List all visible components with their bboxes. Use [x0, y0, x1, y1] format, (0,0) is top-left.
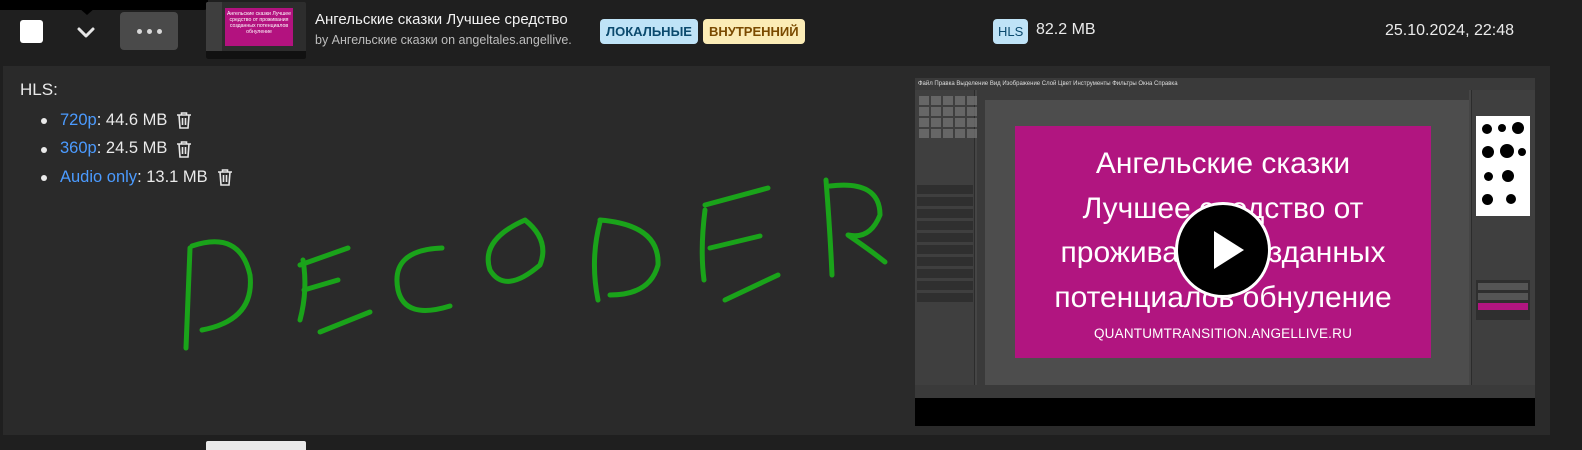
handwritten-doodle [183, 177, 888, 351]
badge-internal: ВНУТРЕННИЙ [703, 19, 805, 44]
variant-link-audio-only[interactable]: Audio only [60, 168, 137, 187]
video-thumbnail[interactable]: Ангельские сказки Лучшее средство от про… [206, 2, 306, 59]
card-line: Ангельские сказки [1095, 147, 1351, 180]
gimp-statusbar [915, 385, 1535, 398]
more-actions-button[interactable] [120, 12, 178, 50]
video-player[interactable]: Файл Правка Выделение Вид Изображение Сл… [915, 78, 1535, 426]
play-icon[interactable] [1175, 202, 1271, 298]
panel-gutter [1550, 66, 1582, 435]
card-url: QUANTUMTRANSITION.ANGELLIVE.RU [1093, 326, 1353, 341]
media-row: Ангельские сказки Лучшее средство от про… [0, 0, 1582, 64]
gimp-menubar: Файл Правка Выделение Вид Изображение Сл… [915, 78, 1535, 90]
file-size: 82.2 MB [1036, 21, 1096, 38]
next-row-thumbnail[interactable] [206, 441, 306, 450]
badge-local: ЛОКАЛЬНЫЕ [600, 19, 698, 44]
chevron-down-icon[interactable] [74, 20, 98, 44]
variant-size: : 24.5 MB [96, 139, 168, 158]
timestamp: 25.10.2024, 22:48 [1385, 22, 1515, 39]
gimp-toolbox [915, 90, 977, 398]
badge-format: HLS [993, 19, 1029, 44]
media-subtitle: by Ангельские сказки on angeltales.angel… [315, 33, 572, 47]
list-item: 720p : 44.6 MB [40, 106, 233, 135]
trash-icon[interactable] [176, 111, 192, 130]
trash-icon[interactable] [176, 140, 192, 158]
media-title[interactable]: Ангельские сказки Лучшее средство [315, 11, 568, 28]
gimp-right-dock [1471, 90, 1535, 398]
variant-link-360p[interactable]: 360p [60, 139, 97, 158]
select-checkbox[interactable] [20, 20, 43, 43]
section-label: HLS: [20, 80, 58, 99]
variant-link-720p[interactable]: 720p [60, 111, 97, 130]
variant-size: : 44.6 MB [96, 110, 168, 129]
thumbnail-text: Ангельские сказки Лучшее средство от про… [225, 8, 293, 46]
media-list-view: Ангельские сказки Лучшее средство от про… [0, 0, 1582, 450]
list-item: 360p : 24.5 MB [40, 135, 233, 164]
more-icon [136, 28, 142, 34]
